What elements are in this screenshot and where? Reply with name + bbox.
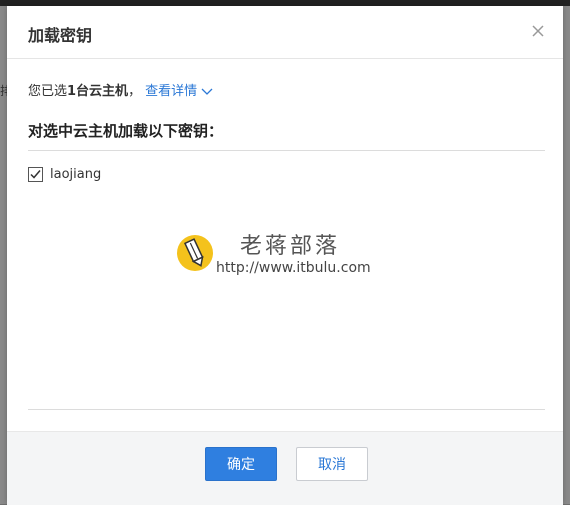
footer-divider xyxy=(28,409,545,410)
view-details-link[interactable]: 查看详情 xyxy=(145,84,213,99)
checkmark-icon xyxy=(30,169,41,179)
dialog-title: 加载密钥 xyxy=(28,26,93,45)
view-details-label: 查看详情 xyxy=(145,84,198,99)
section-title: 对选中云主机加载以下密钥： xyxy=(28,122,224,140)
backdrop-text: 排 xyxy=(0,84,7,98)
watermark: 老蒋部落 http://www.itbulu.com xyxy=(176,228,436,284)
watermark-title: 老蒋部落 xyxy=(240,234,341,259)
backdrop-right xyxy=(563,6,570,504)
pencil-logo-icon xyxy=(177,235,213,271)
key-checkbox[interactable] xyxy=(28,166,43,182)
section-divider xyxy=(28,150,545,151)
confirm-button[interactable]: 确定 xyxy=(205,447,277,481)
dialog-footer: 确定 取消 xyxy=(7,431,563,505)
key-option-laojiang[interactable]: laojiang xyxy=(28,164,101,184)
cancel-button[interactable]: 取消 xyxy=(296,447,368,481)
selection-summary: 您已选1台云主机， 查看详情 xyxy=(28,80,213,99)
selection-count: 1台云主机 xyxy=(67,84,129,99)
load-key-dialog: 加载密钥 您已选1台云主机， 查看详情 对选中云主机加载以下密钥： laojian… xyxy=(7,6,563,505)
close-icon xyxy=(532,25,544,37)
watermark-url: http://www.itbulu.com xyxy=(216,260,371,276)
close-button[interactable] xyxy=(527,20,549,42)
chevron-down-icon xyxy=(201,88,213,95)
selection-prefix: 您已选 xyxy=(28,84,68,99)
selection-separator: ， xyxy=(128,84,142,99)
dialog-header: 加载密钥 xyxy=(7,6,563,59)
backdrop-left: 排 xyxy=(0,6,7,504)
key-label: laojiang xyxy=(50,166,102,182)
